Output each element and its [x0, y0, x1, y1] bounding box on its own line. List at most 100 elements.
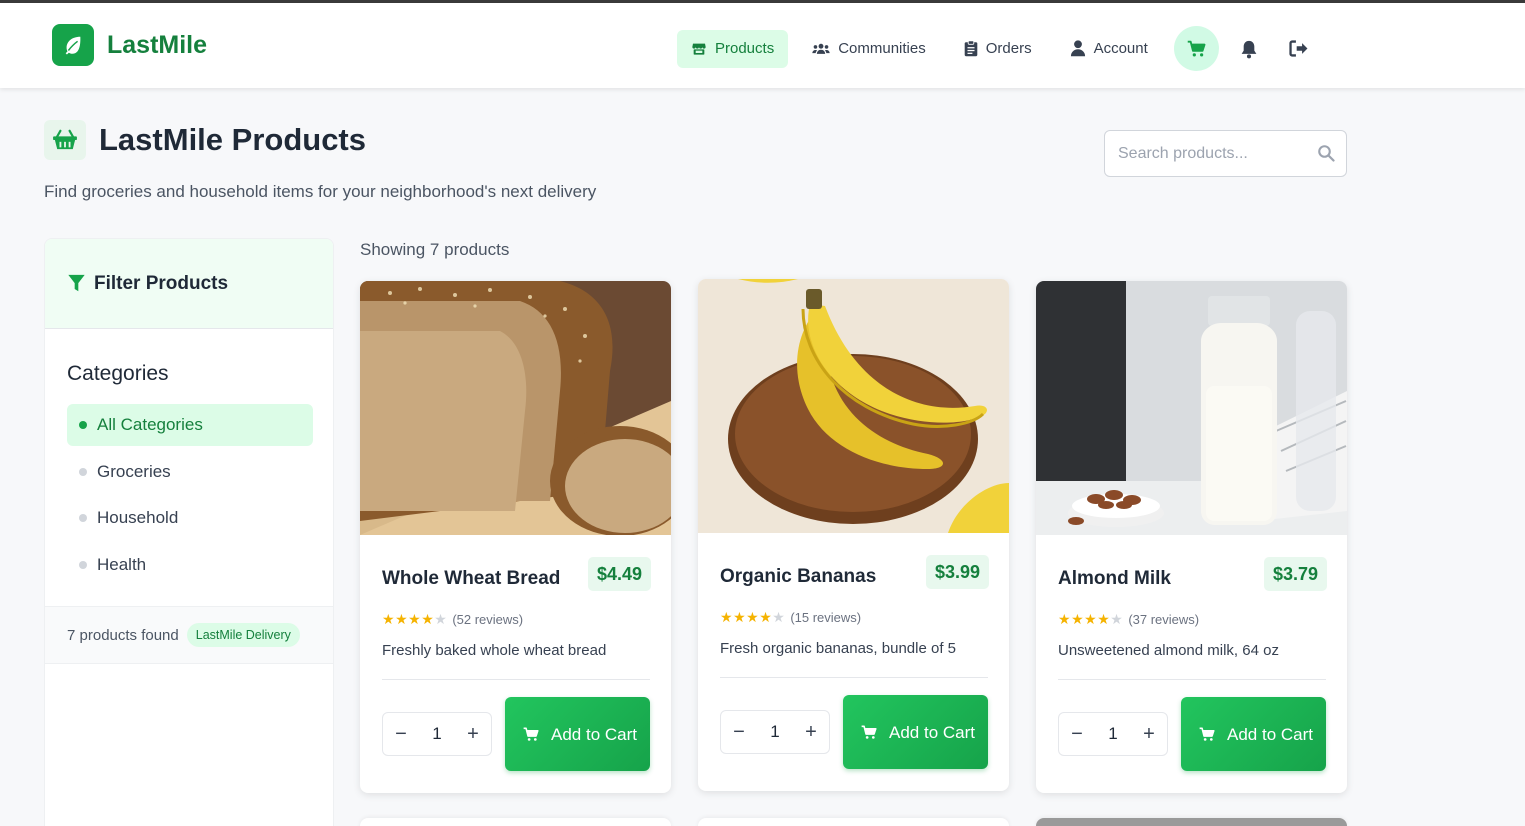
nav-label: Communities [838, 40, 926, 57]
plus-icon[interactable]: + [1131, 713, 1167, 755]
product-card-partial [698, 818, 1009, 826]
product-description: Fresh organic bananas, bundle of 5 [720, 640, 956, 657]
product-price: $4.49 [587, 557, 651, 591]
review-count: (52 reviews) [452, 612, 524, 627]
star-icon: ★ [746, 609, 760, 625]
nav-label: Orders [985, 40, 1032, 57]
nav-item-orders[interactable]: Orders [950, 30, 1046, 68]
quantity-stepper: − 1 + [382, 712, 492, 756]
nav-label: Products [715, 40, 775, 57]
plus-icon[interactable]: + [793, 711, 829, 753]
minus-icon[interactable]: − [1059, 713, 1095, 755]
bullet-icon [79, 560, 87, 569]
product-image[interactable] [1036, 281, 1347, 535]
categories-heading: Categories [67, 362, 169, 385]
divider [720, 677, 988, 678]
add-to-cart-button[interactable]: Add to Cart [1181, 697, 1326, 771]
bullet-icon [79, 421, 87, 429]
nav-item-account[interactable]: Account [1056, 30, 1162, 68]
users-icon [812, 43, 830, 54]
category-list: All Categories Groceries Household Healt… [67, 404, 313, 590]
product-image[interactable] [360, 281, 671, 535]
star-empty-icon: ★ [1110, 611, 1124, 627]
rating: ★ ★ ★ ★ ★ (15 reviews) [720, 609, 861, 626]
page-header: LastMile Products Find groceries and hou… [44, 120, 596, 202]
search-box [1104, 130, 1347, 177]
filter-sidebar: Filter Products Categories All Categorie… [44, 238, 334, 826]
brand-name: LastMile [107, 30, 208, 59]
star-icon: ★ [408, 611, 422, 627]
add-to-cart-button[interactable]: Add to Cart [843, 695, 988, 769]
basket-icon [44, 120, 86, 160]
leaf-icon [52, 24, 94, 66]
quantity-stepper: − 1 + [720, 710, 830, 754]
search-input[interactable] [1105, 131, 1315, 176]
search-icon[interactable] [1317, 144, 1335, 162]
user-icon [1070, 40, 1085, 57]
product-card: Whole Wheat Bread $4.49 ★ ★ ★ ★ ★ (52 review… [360, 281, 671, 793]
category-health[interactable]: Health [67, 544, 313, 586]
category-label: Groceries [97, 461, 171, 481]
product-card: Organic Bananas $3.99 ★ ★ ★ ★ ★ (15 reviews)… [698, 279, 1009, 791]
review-count: (37 reviews) [1128, 612, 1200, 627]
star-icon: ★ [720, 609, 734, 625]
star-icon: ★ [1084, 611, 1098, 627]
bullet-icon [79, 467, 87, 476]
main-nav: Products Communities Orders Account [677, 26, 1319, 71]
delivery-badge: LastMile Delivery [186, 623, 300, 647]
add-to-cart-label: Add to Cart [889, 722, 975, 742]
results-count: Showing 7 products [360, 240, 510, 259]
bell-icon [1241, 40, 1257, 58]
products-found-count: 7 products found [67, 626, 179, 644]
quantity-stepper: − 1 + [1058, 712, 1168, 756]
star-icon: ★ [1058, 611, 1072, 627]
rating: ★ ★ ★ ★ ★ (37 reviews) [1058, 611, 1199, 628]
minus-icon[interactable]: − [721, 711, 757, 753]
page-subtitle: Find groceries and household items for y… [44, 182, 597, 201]
quantity-value[interactable]: 1 [1095, 724, 1131, 744]
filter-title: Filter Products [94, 272, 229, 294]
minus-icon[interactable]: − [383, 713, 419, 755]
category-household[interactable]: Household [67, 497, 313, 539]
notifications-button[interactable] [1229, 29, 1269, 69]
page-title: LastMile Products [99, 122, 366, 157]
product-price: $3.99 [925, 555, 989, 589]
plus-icon[interactable]: + [455, 713, 491, 755]
star-icon: ★ [733, 609, 747, 625]
nav-item-communities[interactable]: Communities [798, 30, 940, 68]
sidebar-footer: 7 products found LastMile Delivery [45, 606, 333, 664]
brand[interactable]: LastMile [52, 24, 207, 66]
cart-icon [1187, 40, 1206, 56]
quantity-value[interactable]: 1 [419, 724, 455, 744]
logout-icon [1289, 40, 1308, 57]
product-name: Almond Milk [1058, 568, 1171, 589]
product-card-partial [1036, 818, 1347, 826]
add-to-cart-label: Add to Cart [1227, 724, 1313, 744]
bullet-icon [79, 514, 87, 522]
add-to-cart-button[interactable]: Add to Cart [505, 697, 650, 771]
star-empty-icon: ★ [772, 609, 786, 625]
filter-header: Filter Products [45, 239, 333, 329]
product-card: Almond Milk $3.79 ★ ★ ★ ★ ★ (37 reviews) Uns… [1036, 281, 1347, 793]
filter-icon [68, 274, 85, 291]
nav-item-products[interactable]: Products [677, 29, 789, 68]
quantity-value[interactable]: 1 [757, 722, 793, 742]
nav-label: Account [1093, 40, 1148, 57]
star-icon: ★ [395, 611, 409, 627]
logout-button[interactable] [1279, 29, 1319, 69]
category-groceries[interactable]: Groceries [67, 451, 313, 493]
star-icon: ★ [1071, 611, 1085, 627]
star-icon: ★ [382, 611, 396, 627]
cart-icon [523, 727, 539, 741]
star-icon: ★ [1097, 611, 1111, 627]
category-all[interactable]: All Categories [67, 404, 313, 446]
top-navbar: LastMile Products Communities Orders Acc… [0, 3, 1525, 88]
category-label: Health [97, 554, 147, 574]
add-to-cart-label: Add to Cart [551, 724, 637, 744]
cart-button[interactable] [1173, 26, 1219, 71]
product-name: Whole Wheat Bread [382, 568, 561, 589]
product-image[interactable] [698, 279, 1009, 533]
product-description: Unsweetened almond milk, 64 oz [1058, 642, 1279, 659]
product-price: $3.79 [1263, 557, 1327, 591]
product-description: Freshly baked whole wheat bread [382, 642, 607, 659]
